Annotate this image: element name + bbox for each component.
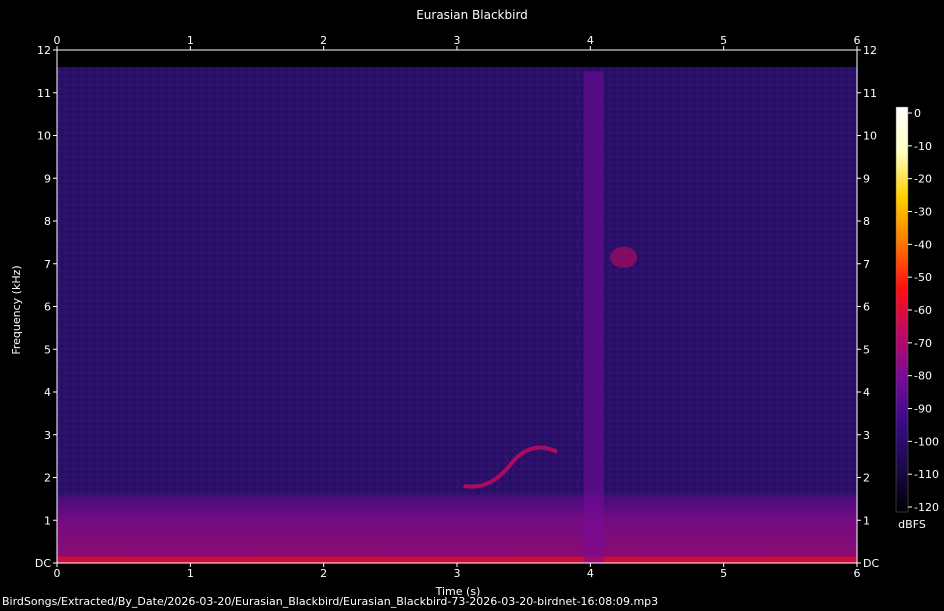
y-axis-label: Frequency (kHz) [10, 265, 23, 354]
y-tick-label-right: 3 [863, 429, 870, 442]
colorbar-tick-label: -60 [914, 304, 932, 317]
y-tick-label-left: 6 [44, 301, 51, 314]
colorbar-ticks: 0 -10 -20 -30 -40 -50 -60 -70 -80 -90 -100 -110 -120 [908, 107, 939, 514]
colorbar-tick-label: -80 [914, 370, 932, 383]
file-path: BirdSongs/Extracted/By_Date/2026-03-20/E… [2, 595, 659, 608]
y-tick-label-left: 5 [44, 343, 51, 356]
y-tick-label-left: 11 [37, 87, 51, 100]
colorbar-tick-label: -50 [914, 271, 932, 284]
colorbar-tick-label: -110 [914, 468, 939, 481]
y-tick-label-left: 12 [37, 44, 51, 57]
y-tick-label-left: 4 [44, 386, 51, 399]
colorbar-tick-label: -30 [914, 206, 932, 219]
y-tick-label-left: 10 [37, 130, 51, 143]
y-tick-label-right: 6 [863, 301, 870, 314]
y-tick-label-left: 3 [44, 429, 51, 442]
song-blob [610, 246, 638, 269]
noise-floor-region [57, 67, 857, 563]
x-tick-label-bottom: 2 [320, 567, 327, 580]
x-tick-label-bottom: 0 [54, 567, 61, 580]
y-tick-label-right: 2 [863, 472, 870, 485]
y-tick-label-left: 9 [44, 172, 51, 185]
chart-title: Eurasian Blackbird [416, 8, 528, 22]
y-tick-label-right: 7 [863, 258, 870, 271]
colorbar: 0 -10 -20 -30 -40 -50 -60 -70 -80 -90 -100 -110 -120… [895, 106, 939, 531]
y-tick-label-left: 2 [44, 472, 51, 485]
dc-band [57, 556, 857, 563]
colorbar-tick-label: -40 [914, 238, 932, 251]
colorbar-tick-label: -120 [914, 501, 939, 514]
y-tick-label-left: 1 [44, 514, 51, 527]
x-tick-label-top: 5 [720, 34, 727, 47]
y-tick-label-left: 7 [44, 258, 51, 271]
colorbar-tick-label: -10 [914, 140, 932, 153]
x-tick-label-bottom: 1 [187, 567, 194, 580]
y-tick-label-left: 8 [44, 215, 51, 228]
y-tick-label-right: 8 [863, 215, 870, 228]
colorbar-tick-label: -70 [914, 337, 932, 350]
colorbar-gradient [895, 106, 909, 513]
colorbar-tick-label: -100 [914, 435, 939, 448]
y-tick-label-right: 1 [863, 514, 870, 527]
x-tick-label-bottom: 5 [720, 567, 727, 580]
y-tick-label-right: 5 [863, 343, 870, 356]
x-tick-label-top: 3 [454, 34, 461, 47]
colorbar-tick-label: -90 [914, 403, 932, 416]
x-tick-label-top: 1 [187, 34, 194, 47]
y-tick-label-right: 9 [863, 172, 870, 185]
spectrogram-plot [57, 67, 857, 563]
y-tick-label-left: DC [35, 557, 51, 570]
colorbar-label: dBFS [898, 518, 926, 531]
spectrogram-chart: Eurasian Blackbird 0123456 0123456 DC123… [10, 8, 939, 598]
x-tick-label-bottom: 3 [454, 567, 461, 580]
y-tick-label-right: DC [863, 557, 879, 570]
colorbar-tick-label: -20 [914, 173, 932, 186]
x-tick-label-top: 0 [54, 34, 61, 47]
x-tick-label-top: 4 [587, 34, 594, 47]
x-tick-label-top: 2 [320, 34, 327, 47]
x-axis-top: 0 1 2 3 4 5 6 [54, 34, 861, 50]
x-tick-label-top: 6 [854, 34, 861, 47]
y-tick-label-right: 11 [863, 87, 877, 100]
low-frequency-band [57, 494, 857, 563]
y-tick-label-right: 4 [863, 386, 870, 399]
y-axis-right: DC123456789101112 [857, 44, 879, 570]
x-axis-bottom: 0 1 2 3 4 5 6 [54, 563, 861, 580]
y-tick-label-right: 10 [863, 130, 877, 143]
x-tick-label-bottom: 6 [854, 567, 861, 580]
y-tick-label-right: 12 [863, 44, 877, 57]
y-axis-left: DC123456789101112 [35, 44, 57, 570]
broadband-click [583, 71, 604, 563]
x-tick-label-bottom: 4 [587, 567, 594, 580]
colorbar-tick-label: 0 [914, 107, 921, 120]
